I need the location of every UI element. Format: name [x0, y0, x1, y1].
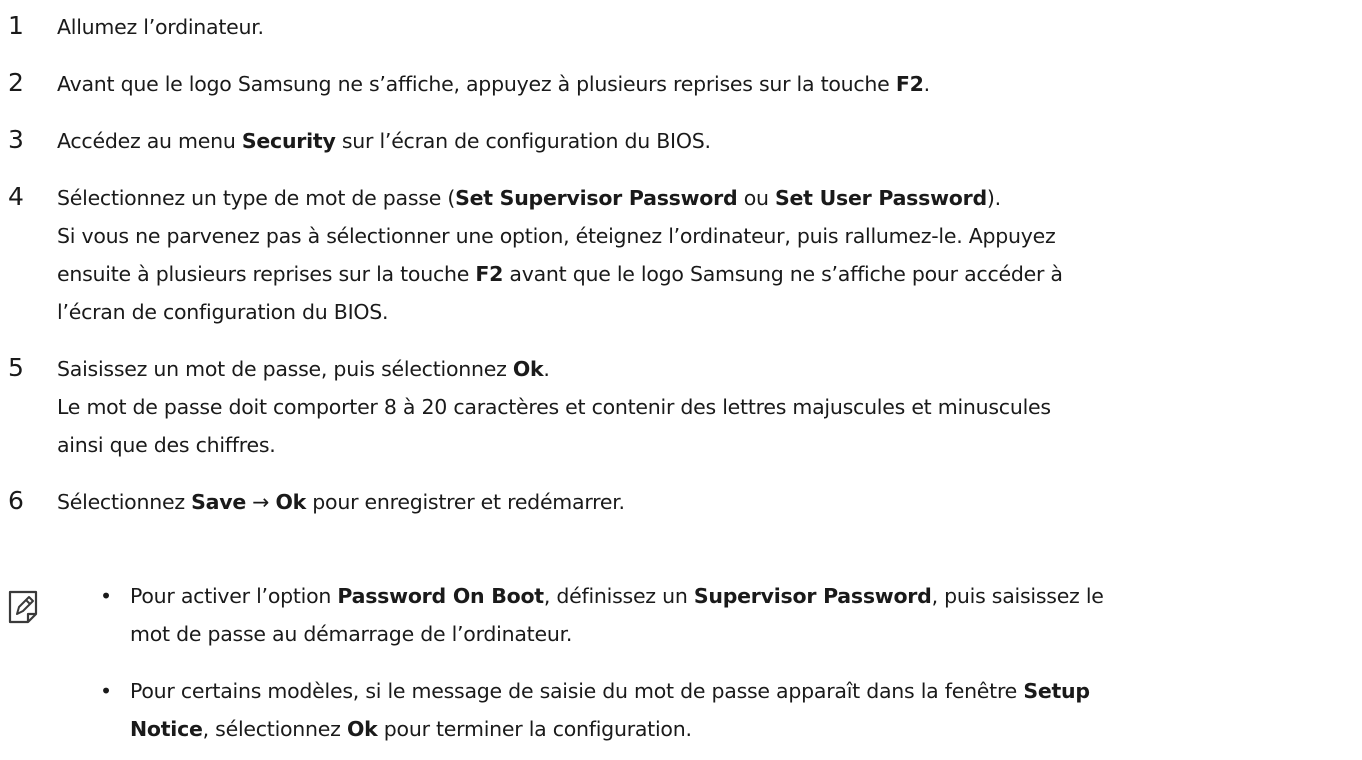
text-run: , définissez un	[543, 584, 694, 608]
bold-term: Ok	[275, 490, 307, 514]
bold-term: Supervisor Password	[693, 584, 932, 608]
text-run: pour enregistrer et redémarrer.	[306, 490, 625, 514]
bold-term: Security	[241, 129, 336, 153]
bold-term: F2	[895, 72, 924, 96]
text-run: Accédez au menu	[57, 129, 242, 153]
text-run: ainsi que des chiffres.	[57, 433, 276, 457]
step-text-line: l’écran de configuration du BIOS.	[57, 294, 389, 330]
step-text-line: Allumez l’ordinateur.	[57, 9, 264, 45]
step-text-line: Avant que le logo Samsung ne s’affiche, …	[57, 66, 930, 102]
step-number: 5	[8, 353, 24, 382]
step-text-line: Si vous ne parvenez pas à sélectionner u…	[57, 218, 1056, 254]
text-run: .	[543, 357, 550, 381]
text-run: Saisissez un mot de passe, puis sélectio…	[57, 357, 513, 381]
text-run: →	[245, 490, 276, 514]
bold-term: Password On Boot	[337, 584, 544, 608]
text-run: ensuite à plusieurs reprises sur la touc…	[57, 262, 476, 286]
note-icon	[8, 590, 38, 624]
text-run: mot de passe au démarrage de l’ordinateu…	[130, 622, 573, 646]
bold-term: Ok	[512, 357, 544, 381]
text-run: Le mot de passe doit comporter 8 à 20 ca…	[57, 395, 1051, 419]
bold-term: Set User Password	[775, 186, 987, 210]
text-run: Allumez l’ordinateur.	[57, 15, 264, 39]
step-text-line: Le mot de passe doit comporter 8 à 20 ca…	[57, 389, 1051, 425]
note-bullet-line: Pour certains modèles, si le message de …	[130, 673, 1090, 709]
note-bullet-line: Notice, sélectionnez Ok pour terminer la…	[130, 711, 692, 747]
step-number: 1	[8, 11, 24, 40]
text-run: sur l’écran de configuration du BIOS.	[335, 129, 711, 153]
bold-term: Set Supervisor Password	[455, 186, 738, 210]
bullet-dot: •	[100, 584, 113, 608]
bullet-dot: •	[100, 679, 113, 703]
step-text-line: Saisissez un mot de passe, puis sélectio…	[57, 351, 550, 387]
text-run: ou	[737, 186, 775, 210]
step-number: 3	[8, 125, 24, 154]
step-number: 4	[8, 182, 24, 211]
text-run: avant que le logo Samsung ne s’affiche p…	[503, 262, 1063, 286]
text-run: Pour certains modèles, si le message de …	[130, 679, 1024, 703]
bold-term: F2	[475, 262, 504, 286]
step-number: 6	[8, 486, 24, 515]
text-run: Avant que le logo Samsung ne s’affiche, …	[57, 72, 896, 96]
text-run: , puis saisissez le	[931, 584, 1104, 608]
instruction-document: 1 Allumez l’ordinateur. 2 Avant que le logo…	[0, 0, 1362, 760]
text-run: , sélectionnez	[202, 717, 347, 741]
bold-term: Setup	[1023, 679, 1090, 703]
step-text-line: ainsi que des chiffres.	[57, 427, 276, 463]
text-run: Pour activer l’option	[130, 584, 338, 608]
bold-term: Notice	[130, 717, 203, 741]
step-text-line: Sélectionnez Save → Ok pour enregistrer …	[57, 484, 625, 520]
text-run: Sélectionnez	[57, 490, 192, 514]
text-run: Sélectionnez un type de mot de passe (	[57, 186, 456, 210]
text-run: .	[923, 72, 931, 96]
bold-term: Save	[191, 490, 246, 514]
step-text-line: Accédez au menu Security sur l’écran de …	[57, 123, 711, 159]
text-run: Si vous ne parvenez pas à sélectionner u…	[57, 224, 1056, 248]
note-bullet-line: Pour activer l’option Password On Boot, …	[130, 578, 1104, 614]
step-number: 2	[8, 68, 24, 97]
bold-term: Ok	[346, 717, 378, 741]
step-text-line: ensuite à plusieurs reprises sur la touc…	[57, 256, 1063, 292]
text-run: ).	[986, 186, 1001, 210]
text-run: pour terminer la configuration.	[377, 717, 692, 741]
step-text-line: Sélectionnez un type de mot de passe (Se…	[57, 180, 1001, 216]
text-run: l’écran de configuration du BIOS.	[57, 300, 389, 324]
note-bullet-line: mot de passe au démarrage de l’ordinateu…	[130, 616, 572, 652]
